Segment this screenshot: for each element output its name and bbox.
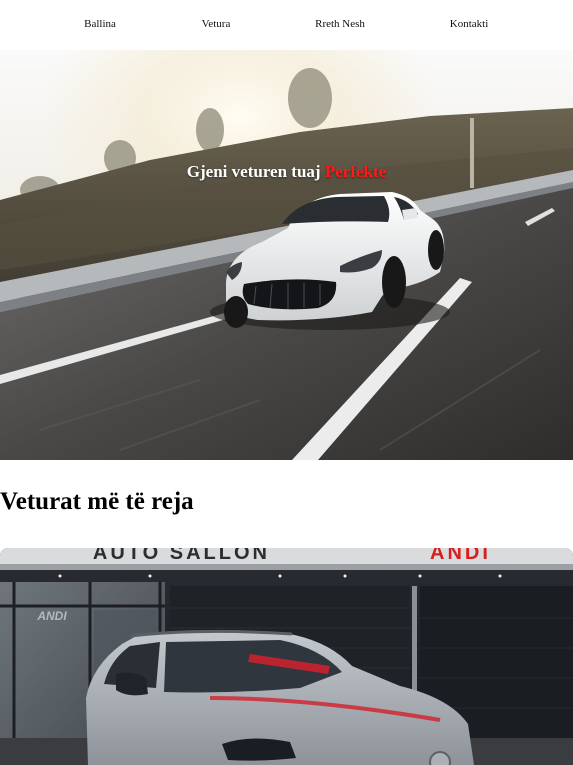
nav-link-vetura[interactable]: Vetura bbox=[202, 18, 231, 30]
sign-brand: ANDI bbox=[430, 548, 491, 564]
hero-title-main: Gjeni veturen tuaj bbox=[186, 162, 321, 181]
showroom-car-photo: AUTO SALLON ANDI ANDI bbox=[0, 548, 573, 765]
main-nav: Ballina Vetura Rreth Nesh Kontakti bbox=[0, 0, 573, 50]
latest-cars-heading: Veturat më të reja bbox=[0, 488, 194, 515]
hero-banner: Gjeni veturen tuaj Perfekte bbox=[0, 50, 573, 460]
latest-car-card[interactable]: AUTO SALLON ANDI ANDI bbox=[0, 548, 573, 765]
hero-title: Gjeni veturen tuaj Perfekte bbox=[0, 162, 573, 182]
hero-car-photo bbox=[0, 50, 573, 460]
nav-link-ballina[interactable]: Ballina bbox=[84, 18, 116, 30]
nav-link-kontakti[interactable]: Kontakti bbox=[450, 18, 489, 30]
hero-title-accent: Perfekte bbox=[324, 162, 387, 181]
window-logo: ANDI bbox=[36, 609, 67, 623]
sign-text: AUTO SALLON bbox=[93, 548, 270, 564]
nav-link-rreth-nesh[interactable]: Rreth Nesh bbox=[315, 18, 365, 30]
